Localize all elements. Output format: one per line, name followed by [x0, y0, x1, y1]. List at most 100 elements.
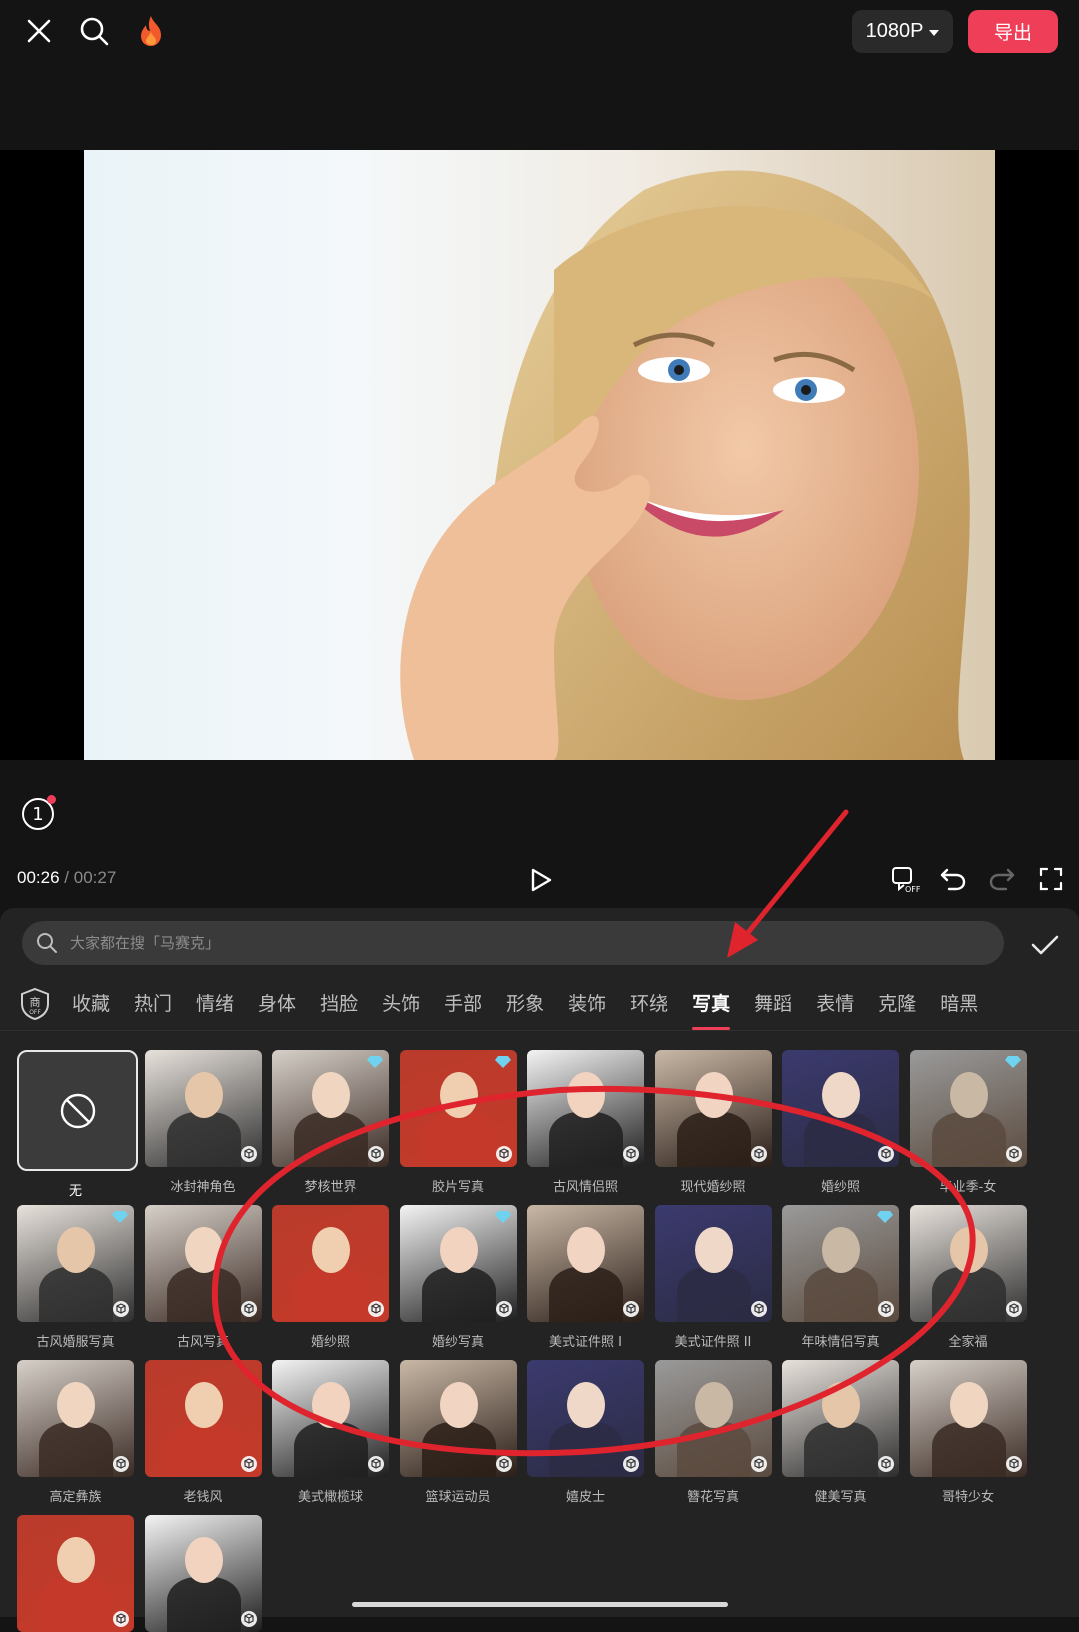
- effect-item[interactable]: 婚纱写真: [399, 1205, 517, 1350]
- effect-item[interactable]: 婚纱照: [272, 1205, 389, 1350]
- search-icon: [37, 933, 57, 953]
- redo-icon[interactable]: [985, 862, 1019, 896]
- fullscreen-icon[interactable]: [1034, 862, 1068, 896]
- cube-3d-icon: [623, 1301, 639, 1317]
- effect-thumbnail: [782, 1205, 899, 1322]
- tab-10[interactable]: 写真: [692, 989, 731, 1030]
- effects-search-input[interactable]: [68, 933, 1004, 953]
- thumbnail-figure: [931, 1112, 1006, 1167]
- effect-item[interactable]: 冰封神角色: [144, 1050, 262, 1195]
- diamond-vip-icon: [877, 1211, 893, 1223]
- effect-item[interactable]: 古风情侣照: [527, 1050, 644, 1195]
- effect-item[interactable]: 婚纱照: [782, 1050, 899, 1195]
- tab-1[interactable]: 热门: [134, 989, 172, 1020]
- thumbnail-figure: [676, 1267, 751, 1322]
- effect-label: 毕业季-女: [939, 1180, 997, 1195]
- effect-item[interactable]: 篮球运动员: [399, 1360, 517, 1505]
- effect-item[interactable]: 健美写真: [782, 1360, 899, 1505]
- effect-none-item[interactable]: 无: [17, 1050, 138, 1199]
- tab-8[interactable]: 装饰: [568, 989, 606, 1020]
- thumbnail-figure: [39, 1577, 113, 1632]
- effect-thumbnail: [654, 1050, 772, 1167]
- effect-item[interactable]: 梦核世界: [272, 1050, 389, 1195]
- thumbnail-face: [822, 1382, 860, 1428]
- thumbnail-face: [184, 1382, 223, 1428]
- tab-14[interactable]: 暗黑: [940, 989, 978, 1020]
- effect-thumbnail: [909, 1360, 1027, 1477]
- checkmark-icon[interactable]: [1028, 928, 1062, 962]
- tab-12[interactable]: 表情: [816, 989, 854, 1020]
- tab-6[interactable]: 手部: [444, 989, 482, 1020]
- thumbnail-figure: [421, 1112, 496, 1167]
- tab-5[interactable]: 头饰: [382, 989, 420, 1020]
- search-icon[interactable]: [76, 13, 112, 49]
- effect-item[interactable]: 哥特少女: [909, 1360, 1027, 1505]
- thumbnail-figure: [549, 1422, 623, 1477]
- cube-3d-icon: [623, 1456, 639, 1472]
- cube-3d-icon: [495, 1301, 512, 1317]
- thumbnail-figure: [294, 1422, 368, 1477]
- video-preview-frame[interactable]: [84, 150, 995, 760]
- effect-item[interactable]: 年味情侣写真: [782, 1205, 899, 1350]
- cube-3d-icon: [368, 1146, 384, 1162]
- cube-3d-icon: [878, 1456, 894, 1472]
- effect-item[interactable]: 美式证件照 I: [527, 1205, 644, 1350]
- portrait-image: [400, 170, 970, 760]
- effect-thumbnail: [272, 1360, 389, 1477]
- cube-3d-icon: [113, 1301, 129, 1317]
- home-indicator: [352, 1602, 728, 1607]
- effect-item[interactable]: 簪花写真: [654, 1360, 772, 1505]
- thumbnail-figure: [166, 1267, 241, 1322]
- thumbnail-figure: [166, 1422, 241, 1477]
- tab-7[interactable]: 形象: [506, 989, 544, 1020]
- effect-label: 美式橄榄球: [297, 1490, 363, 1505]
- effect-item[interactable]: 古风写真: [144, 1205, 262, 1350]
- effect-item[interactable]: 胶片写真: [399, 1050, 517, 1195]
- tab-0[interactable]: 收藏: [72, 989, 110, 1020]
- effect-label: 古风婚服写真: [36, 1335, 115, 1350]
- thumbnail-figure: [676, 1422, 751, 1477]
- effect-item[interactable]: [144, 1515, 262, 1632]
- effect-item[interactable]: 高定彝族: [17, 1360, 134, 1505]
- effect-label: 梦核世界: [304, 1180, 357, 1195]
- thumbnail-figure: [421, 1267, 496, 1322]
- video-preview-area: [0, 150, 1079, 760]
- flame-icon[interactable]: [133, 12, 169, 50]
- effect-item[interactable]: 美式橄榄球: [272, 1360, 389, 1505]
- effect-item[interactable]: 古风婚服写真: [17, 1205, 134, 1350]
- thumbnail-face: [949, 1227, 988, 1273]
- effect-item[interactable]: 全家福: [909, 1205, 1027, 1350]
- cube-3d-icon: [1005, 1456, 1022, 1472]
- resolution-dropdown[interactable]: 1080P: [852, 10, 953, 53]
- commerce-off-icon[interactable]: 商 OFF: [18, 987, 52, 1021]
- close-icon[interactable]: [22, 14, 56, 48]
- commerce-badge-sub: OFF: [29, 1009, 41, 1016]
- current-time: 00:26: [17, 868, 60, 887]
- tab-11[interactable]: 舞蹈: [754, 989, 792, 1020]
- effect-item[interactable]: 嬉皮士: [527, 1360, 644, 1505]
- undo-icon[interactable]: [936, 862, 970, 896]
- thumbnail-face: [57, 1227, 95, 1273]
- effect-thumbnail: [17, 1515, 134, 1632]
- effect-item[interactable]: 美式证件照 II: [654, 1205, 772, 1350]
- ai-assistant-off-icon[interactable]: OFF: [888, 862, 922, 896]
- effect-item[interactable]: 毕业季-女: [909, 1050, 1027, 1195]
- play-icon[interactable]: [524, 863, 558, 897]
- cube-3d-icon: [878, 1301, 894, 1317]
- tab-2[interactable]: 情绪: [196, 989, 234, 1020]
- effect-item[interactable]: 现代婚纱照: [654, 1050, 772, 1195]
- no-effect-tile[interactable]: [17, 1050, 138, 1171]
- effect-label: 嬉皮士: [565, 1490, 605, 1505]
- export-button[interactable]: 导出: [968, 10, 1058, 53]
- thumbnail-figure: [804, 1112, 878, 1167]
- thumbnail-figure: [549, 1267, 623, 1322]
- tab-3[interactable]: 身体: [258, 989, 296, 1020]
- tab-4[interactable]: 挡脸: [320, 989, 358, 1020]
- effect-item[interactable]: [17, 1515, 134, 1632]
- tab-13[interactable]: 克隆: [878, 989, 916, 1020]
- cube-3d-icon: [113, 1611, 129, 1627]
- tab-9[interactable]: 环绕: [630, 989, 668, 1020]
- effect-item[interactable]: 老钱风: [144, 1360, 262, 1505]
- effect-label: 古风情侣照: [552, 1180, 618, 1195]
- effects-search-bar[interactable]: [22, 921, 1004, 965]
